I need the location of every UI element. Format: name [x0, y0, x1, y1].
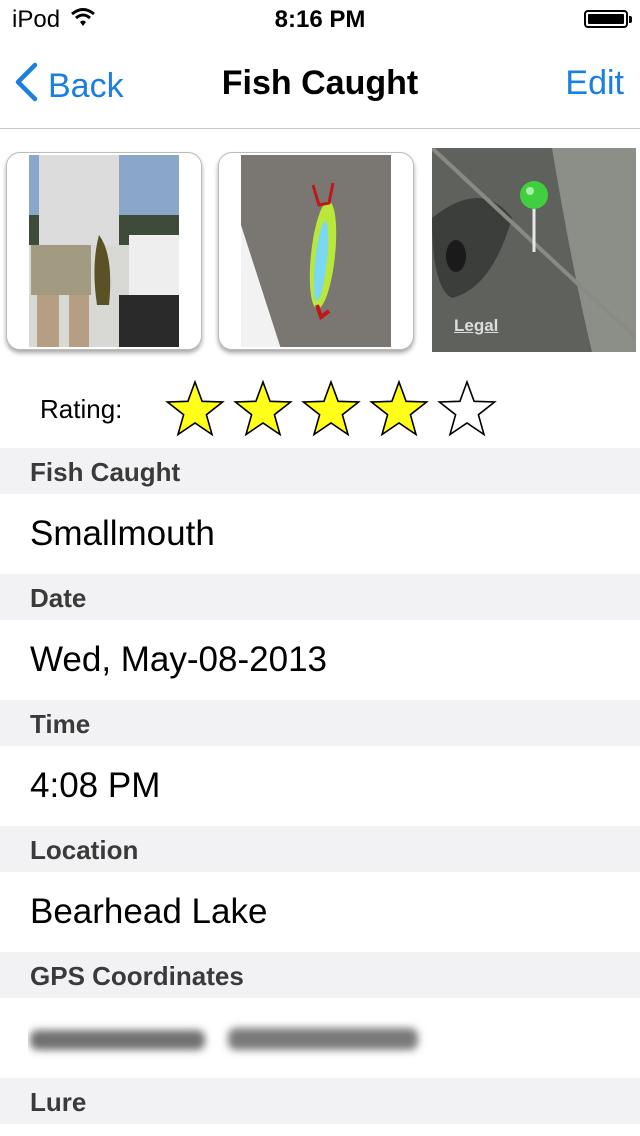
fish-caught-row: Smallmouth: [0, 494, 640, 574]
lure-photo-image: [241, 155, 391, 347]
date-value: Wed, May-08-2013: [30, 640, 328, 679]
star-filled-icon[interactable]: [300, 378, 362, 440]
star-filled-icon[interactable]: [368, 378, 430, 440]
section-header-location: Location: [0, 826, 640, 872]
battery-icon: [584, 10, 632, 28]
location-header: Location: [30, 835, 139, 865]
edit-button[interactable]: Edit: [565, 64, 624, 103]
fish-caught-header: Fish Caught: [30, 457, 181, 487]
rating-row: Rating:: [0, 378, 640, 444]
time-value: 4:08 PM: [30, 766, 161, 805]
section-header-date: Date: [0, 574, 640, 620]
lure-header: Lure: [30, 1087, 87, 1117]
section-header-time: Time: [0, 700, 640, 746]
star-empty-icon[interactable]: [436, 378, 498, 440]
fish-caught-value: Smallmouth: [30, 514, 215, 553]
gps-row: [0, 998, 640, 1078]
section-header-fish-caught: Fish Caught: [0, 448, 640, 494]
map-legal-link[interactable]: Legal: [454, 316, 498, 336]
status-time: 8:16 PM: [274, 6, 366, 33]
section-header-gps: GPS Coordinates: [0, 952, 640, 998]
catch-photo-thumbnail[interactable]: [6, 152, 202, 350]
date-row: Wed, May-08-2013: [0, 620, 640, 700]
gps-value-redacted: [28, 1018, 428, 1060]
lure-photo-thumbnail[interactable]: [218, 152, 414, 350]
navigation-bar: Back Fish Caught Edit: [0, 40, 640, 129]
star-filled-icon[interactable]: [232, 378, 294, 440]
time-row: 4:08 PM: [0, 746, 640, 826]
rating-label: Rating:: [40, 394, 123, 424]
section-header-lure: Lure: [0, 1078, 640, 1124]
star-filled-icon[interactable]: [164, 378, 226, 440]
time-header: Time: [30, 709, 91, 739]
date-header: Date: [30, 583, 87, 613]
location-map[interactable]: Legal: [432, 148, 636, 352]
catch-photo-image: [29, 155, 179, 347]
gps-header: GPS Coordinates: [30, 961, 244, 991]
page-title: Fish Caught: [221, 64, 419, 102]
status-bar: iPod 8:16 PM: [0, 0, 640, 40]
location-row: Bearhead Lake: [0, 872, 640, 952]
star-rating[interactable]: [164, 378, 498, 440]
location-value: Bearhead Lake: [30, 892, 268, 931]
